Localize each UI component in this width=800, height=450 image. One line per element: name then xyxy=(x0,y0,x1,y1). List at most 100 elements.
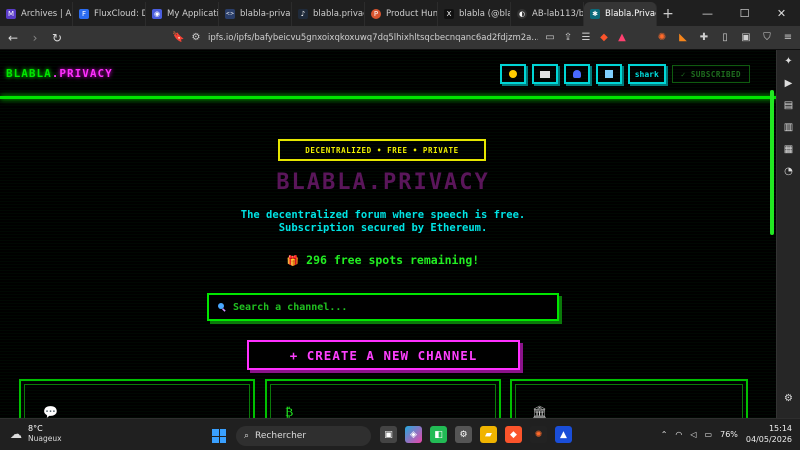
profile-button[interactable] xyxy=(563,64,590,84)
weather-widget[interactable]: ☁ 8°C Nuageux xyxy=(10,424,62,443)
share-icon[interactable]: ⇪ xyxy=(562,32,574,43)
minimize-button[interactable]: — xyxy=(689,0,726,26)
close-window-button[interactable]: ✕ xyxy=(763,0,800,26)
site-info-icon[interactable]: ⚙ xyxy=(190,32,202,43)
calendar-icon[interactable]: ▤ xyxy=(784,100,793,111)
chevron-up-icon[interactable]: ⌃ xyxy=(661,430,668,439)
government-building-icon: 🏛 xyxy=(532,405,548,418)
tab-favicon: ♪ xyxy=(298,9,308,19)
tab-product-hunt[interactable]: P Product Hun xyxy=(365,2,438,26)
site-logo[interactable]: BLABLA.PRIVACY xyxy=(6,67,113,80)
tab-x-blabla[interactable]: Xblabla (@bla xyxy=(438,2,511,26)
hero-subtitle-1: The decentralized forum where speech is … xyxy=(240,209,526,221)
extension-fox-icon[interactable]: ◣ xyxy=(677,32,689,43)
tab-favicon: M xyxy=(6,9,16,19)
card-inner-border xyxy=(270,384,496,418)
reading-list-icon[interactable]: ▦ xyxy=(784,144,793,155)
brave-shield-icon[interactable]: ◆ xyxy=(598,32,610,43)
address-bar[interactable]: 🔖 ⚙ ipfs.io/ipfs/bafybeicvu5gnxoixqkoxuw… xyxy=(172,29,628,47)
page-scrollbar[interactable] xyxy=(770,90,774,235)
battery-icon[interactable]: ▭ xyxy=(705,430,713,439)
channel-card[interactable]: ₿ xyxy=(265,379,501,418)
wifi-icon[interactable]: ◠ xyxy=(675,430,682,439)
search-icon xyxy=(218,303,226,312)
sidebar-settings-icon[interactable]: ⚙ xyxy=(784,393,793,404)
puzzle-icon[interactable]: ✚ xyxy=(698,32,710,43)
username-button[interactable]: shark xyxy=(627,64,666,84)
tab-blabla-privacy-active[interactable]: ✱Blabla.Privac✕ xyxy=(584,2,657,26)
tab-blabla-tiktok[interactable]: ♪ blabla.privac xyxy=(292,2,365,26)
browser-tab-bar: M Archives | AB F FluxCloud: D ◉ My Applica… xyxy=(0,0,800,26)
logo-privacy: PRIVACY xyxy=(59,67,113,80)
windows-start-icon[interactable] xyxy=(212,429,226,443)
maximize-button[interactable]: ☐ xyxy=(726,0,763,26)
tab-label: Blabla.Privac xyxy=(605,9,657,19)
hero-title: BLABLA.PRIVACY xyxy=(276,170,490,195)
create-channel-button[interactable]: + CREATE A NEW CHANNEL xyxy=(247,340,520,370)
channel-card[interactable]: 💬 xyxy=(19,379,255,418)
reload-icon[interactable]: ↻ xyxy=(50,31,64,45)
extension-spark-icon[interactable]: ✺ xyxy=(656,32,668,43)
channel-search-input[interactable] xyxy=(233,301,533,313)
browser-toolbar: ← › ↻ 🔖 ⚙ ipfs.io/ipfs/bafybeicvu5gnxoix… xyxy=(0,26,800,50)
gift-icon: 🎁 xyxy=(286,256,300,267)
arc-app-icon[interactable]: ▲ xyxy=(555,426,572,443)
user-icon xyxy=(572,70,581,78)
bookmark-icon[interactable]: 🔖 xyxy=(172,32,184,43)
tab-blabla-repo[interactable]: <> blabla-privac xyxy=(219,2,292,26)
settings-app-icon[interactable]: ⚙ xyxy=(455,426,472,443)
new-tab-button[interactable]: + xyxy=(657,2,679,26)
spark-app-icon[interactable]: ✺ xyxy=(530,426,547,443)
clock[interactable]: 15:14 04/05/2026 xyxy=(746,423,792,445)
envelope-icon xyxy=(539,70,550,78)
windows-taskbar: ☁ 8°C Nuageux ⌕ Rechercher ▣ ◈ ◧ ⚙ ▰ ◆ ✺… xyxy=(0,418,800,450)
clock-date: 04/05/2026 xyxy=(745,435,792,444)
weather-condition: Nuageux xyxy=(28,434,62,443)
history-icon[interactable]: ◔ xyxy=(784,166,793,177)
vpn-icon[interactable]: ⛉ xyxy=(761,32,773,43)
chat-bubble-icon: 💬 xyxy=(43,405,58,418)
forward-arrow-icon[interactable]: › xyxy=(28,31,42,45)
github-icon: ◐ xyxy=(517,9,527,19)
settings-button[interactable] xyxy=(595,64,622,84)
volume-icon[interactable]: ◁ xyxy=(690,430,696,439)
leo-ai-icon[interactable]: ✦ xyxy=(784,56,792,67)
url-text[interactable]: ipfs.io/ipfs/bafybeicvu5gnxoixqkoxuwq7dq… xyxy=(208,33,538,43)
menu-icon[interactable]: ≡ xyxy=(782,32,794,43)
brave-rewards-icon[interactable]: ▲ xyxy=(616,32,628,43)
translate-icon[interactable]: ☰ xyxy=(580,32,592,43)
tab-label: AB-lab113/bl xyxy=(532,9,584,19)
messages-button[interactable] xyxy=(531,64,558,84)
copilot-icon[interactable]: ◈ xyxy=(405,426,422,443)
tab-label: My Applicatio xyxy=(167,9,219,19)
tab-fluxcloud[interactable]: F FluxCloud: D xyxy=(73,2,146,26)
file-explorer-icon[interactable]: ▰ xyxy=(480,426,497,443)
cast-icon[interactable]: ▭ xyxy=(544,32,556,43)
bookmarks-icon[interactable]: ▥ xyxy=(784,122,793,133)
widgets-icon[interactable]: ◧ xyxy=(430,426,447,443)
taskbar-search[interactable]: ⌕ Rechercher xyxy=(236,426,371,446)
cloud-rain-icon: ☁ xyxy=(10,426,22,441)
tab-favicon: ✱ xyxy=(590,9,600,19)
free-spots-text: 296 free spots remaining! xyxy=(306,253,480,267)
extension-tools: ✺ ◣ ✚ ▯ ▣ ⛉ ≡ xyxy=(656,32,794,43)
taskbar-search-label: Rechercher xyxy=(255,431,307,441)
tab-label: blabla-privac xyxy=(240,9,292,19)
battery-level: 76% xyxy=(720,429,738,439)
back-arrow-icon[interactable]: ← xyxy=(6,31,20,45)
tab-my-application[interactable]: ◉ My Applicatio xyxy=(146,2,219,26)
channel-card[interactable]: 🏛 xyxy=(510,379,748,418)
sidebar-toggle-icon[interactable]: ▯ xyxy=(719,32,731,43)
wallet-icon[interactable]: ▣ xyxy=(740,32,752,43)
theme-toggle-button[interactable] xyxy=(499,64,526,84)
channel-search-box[interactable] xyxy=(207,293,559,321)
temperature: 8°C xyxy=(28,424,43,433)
brave-browser-icon[interactable]: ◆ xyxy=(505,426,522,443)
tab-archives[interactable]: M Archives | AB xyxy=(0,2,73,26)
media-icon[interactable]: ▶ xyxy=(785,78,793,89)
task-view-icon[interactable]: ▣ xyxy=(380,426,397,443)
tab-github[interactable]: ◐ AB-lab113/bl xyxy=(511,2,584,26)
tab-label: Product Hun xyxy=(386,9,438,19)
subscribed-badge[interactable]: ✓ SUBSCRIBED xyxy=(671,65,750,83)
tab-favicon: P xyxy=(371,9,381,19)
